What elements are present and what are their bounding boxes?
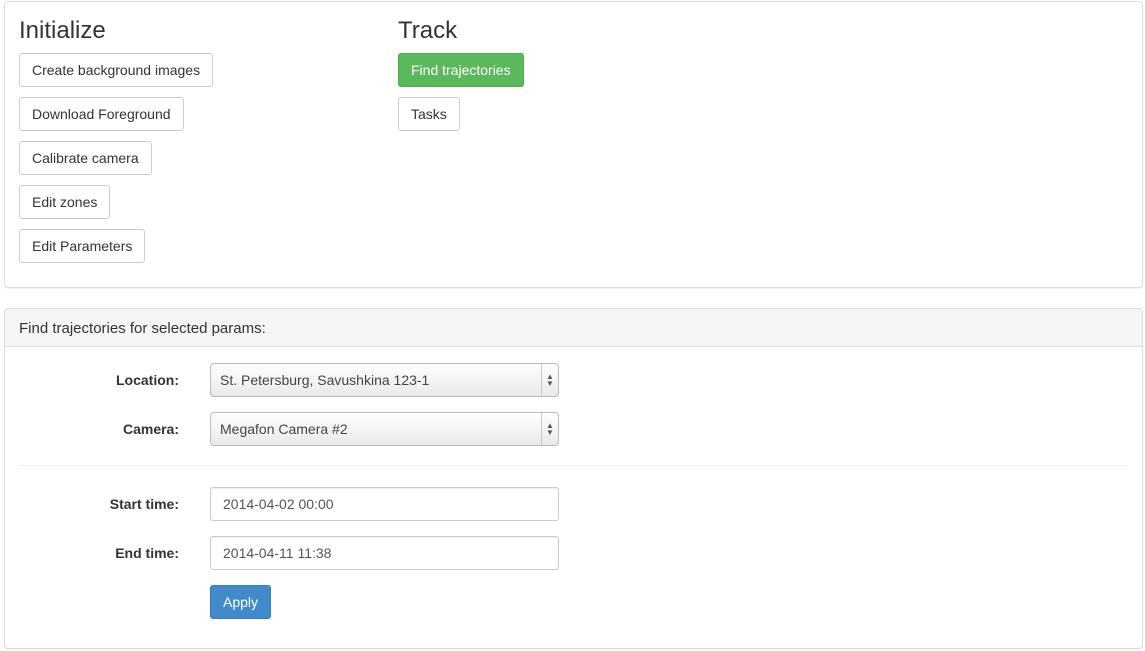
up-down-arrows-icon: ▲ ▼ [541, 364, 558, 396]
location-select[interactable]: St. Petersburg, Savushkina 123-1 ▲ ▼ [210, 363, 559, 397]
track-title: Track [398, 17, 458, 44]
end-time-label: End time: [115, 545, 179, 561]
initialize-title: Initialize [19, 17, 106, 44]
edit-parameters-button[interactable]: Edit Parameters [19, 229, 146, 263]
apply-button[interactable]: Apply [210, 585, 272, 619]
end-time-input[interactable] [210, 536, 559, 570]
start-time-input[interactable] [210, 487, 559, 521]
tasks-button[interactable]: Tasks [398, 97, 460, 131]
panel-heading-title: Find trajectories for selected params: [19, 320, 266, 337]
start-time-label: Start time: [109, 496, 179, 512]
create-background-images-button[interactable]: Create background images [19, 53, 214, 87]
panel-heading: Find trajectories for selected params: [5, 309, 1142, 347]
download-foreground-button[interactable]: Download Foreground [19, 97, 184, 131]
form-divider [19, 465, 1128, 466]
trajectory-form-panel: Find trajectories for selected params: L… [4, 308, 1143, 649]
edit-zones-button[interactable]: Edit zones [19, 185, 111, 219]
up-down-arrows-icon: ▲ ▼ [541, 413, 558, 445]
calibrate-camera-button[interactable]: Calibrate camera [19, 141, 152, 175]
camera-label: Camera: [122, 421, 179, 437]
location-label: Location: [116, 372, 179, 388]
find-trajectories-button[interactable]: Find trajectories [398, 53, 524, 87]
camera-select[interactable]: Megafon Camera #2 ▲ ▼ [210, 412, 559, 446]
actions-panel: Initialize Create background images Down… [4, 1, 1143, 288]
camera-select-value: Megafon Camera #2 [220, 421, 348, 437]
location-select-value: St. Petersburg, Savushkina 123-1 [220, 372, 430, 388]
